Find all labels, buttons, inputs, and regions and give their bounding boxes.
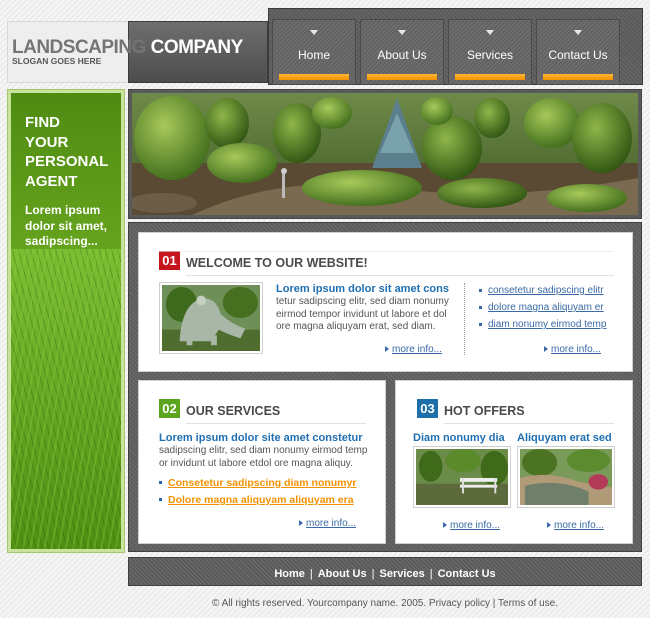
nav-accent-bar [455,74,525,80]
more-info-label: more info... [450,520,501,531]
slogan: SLOGAN GOES HERE [12,56,102,66]
promo-text: Lorem ipsum dolor sit amet, sadipscing..… [25,203,108,248]
more-info-label: more info... [551,344,602,355]
divider [444,423,614,424]
nav-about[interactable]: About Us [360,19,444,85]
footer-nav: Home | About Us | Services | Contact Us [128,557,642,586]
nav-accent-bar [367,74,437,80]
offer-thumbnail[interactable] [517,446,615,508]
welcome-title: WELCOME TO OUR WEBSITE! [186,256,368,270]
offer-more-link[interactable]: more info... [443,520,500,531]
services-more-link[interactable]: more info... [299,518,356,529]
divider [186,275,614,276]
services-link-list: Consetetur sadipscing diam nonumyr Dolor… [159,477,356,511]
footer-separator: | [371,568,375,580]
garden-hero-image [132,93,638,215]
welcome-more-link[interactable]: more info... [385,344,442,355]
more-info-label: more info... [392,344,443,355]
footer-link-contact[interactable]: Contact Us [438,568,496,580]
footer-separator: | [309,568,313,580]
nav-home-label: Home [297,48,330,62]
arrow-right-icon [385,346,389,353]
logo-text-part2: COMPANY [150,37,244,58]
more-info-label: more info... [306,518,357,529]
sidebar-promo-inner: FIND YOUR PERSONAL AGENT Lorem ipsum dol… [11,93,121,549]
footer-separator: | [429,568,433,580]
hero-banner [128,89,642,219]
offers-card: 03 HOT OFFERS Diam nonumy dia more info.… [395,380,633,544]
list-link[interactable]: dolore magna aliquyam er [479,302,606,319]
services-body: sadipscing elitr, sed diam nonumy eirmod… [159,445,368,469]
chevron-down-icon [574,30,582,35]
topiary-dinosaur-image [162,285,260,351]
list-link[interactable]: diam nonumy eirmod temp [479,319,606,336]
arrow-right-icon [299,520,303,527]
divider [159,251,614,252]
chevron-down-icon [398,30,406,35]
welcome-heading: Lorem ipsum dolor sit amet cons [276,283,449,295]
dotted-divider [464,283,465,355]
welcome-link-list: consetetur sadipscing elitr dolore magna… [479,285,606,336]
content-board: 01 WELCOME TO OUR WEBSITE! Lorem ipsum d… [128,222,642,552]
welcome-card: 01 WELCOME TO OUR WEBSITE! Lorem ipsum d… [138,232,633,372]
nav-about-label: About Us [377,48,427,62]
more-info-label: more info... [554,520,605,531]
nav-contact[interactable]: Contact Us [536,19,620,85]
garden-pond-image [520,449,612,505]
arrow-right-icon [443,522,447,529]
list-link[interactable]: Consetetur sadipscing diam nonumyr [159,477,356,494]
nav-contact-label: Contact Us [548,48,608,62]
footer-link-services[interactable]: Services [379,568,424,580]
copyright: © All rights reserved. Yourcompany name.… [211,598,559,609]
list-link[interactable]: consetetur sadipscing elitr [479,285,606,302]
services-card: 02 OUR SERVICES Lorem ipsum dolor site a… [138,380,386,544]
section-number: 03 [417,399,438,418]
nav-services-label: Services [466,48,513,62]
arrow-right-icon [544,346,548,353]
footer-link-home[interactable]: Home [274,568,305,580]
nav-accent-bar [543,74,613,80]
nav-home[interactable]: Home [272,19,356,85]
arrow-right-icon [547,522,551,529]
section-number: 02 [159,399,180,418]
logo-text-part1: LANDSCAPING [12,37,146,58]
offer-caption: Diam nonumy dia [413,432,505,444]
divider [186,423,366,424]
services-heading: Lorem ipsum dolor site amet constetur [159,432,363,444]
offer-thumbnail[interactable] [413,446,511,508]
grass-image [11,249,121,549]
welcome-thumbnail [159,282,263,354]
list-link[interactable]: Dolore magna aliquyam aliquyam era [159,494,356,511]
services-title: OUR SERVICES [186,404,281,418]
chevron-down-icon [486,30,494,35]
promo-headline: FIND YOUR PERSONAL AGENT [25,114,109,190]
nav-accent-bar [279,74,349,80]
garden-bench-image [416,449,508,505]
welcome-body: tetur sadipscing elitr, sed diam nonumy … [276,296,449,332]
footer-link-about[interactable]: About Us [318,568,367,580]
section-number: 01 [159,251,180,270]
offer-caption: Aliquyam erat sed [517,432,612,444]
offer-more-link[interactable]: more info... [547,520,604,531]
nav-services[interactable]: Services [448,19,532,85]
offers-title: HOT OFFERS [444,404,525,418]
sidebar-promo: FIND YOUR PERSONAL AGENT Lorem ipsum dol… [7,89,125,553]
main-nav: Home About Us Services Contact Us [268,8,643,85]
chevron-down-icon [310,30,318,35]
welcome-links-more-link[interactable]: more info... [544,344,601,355]
